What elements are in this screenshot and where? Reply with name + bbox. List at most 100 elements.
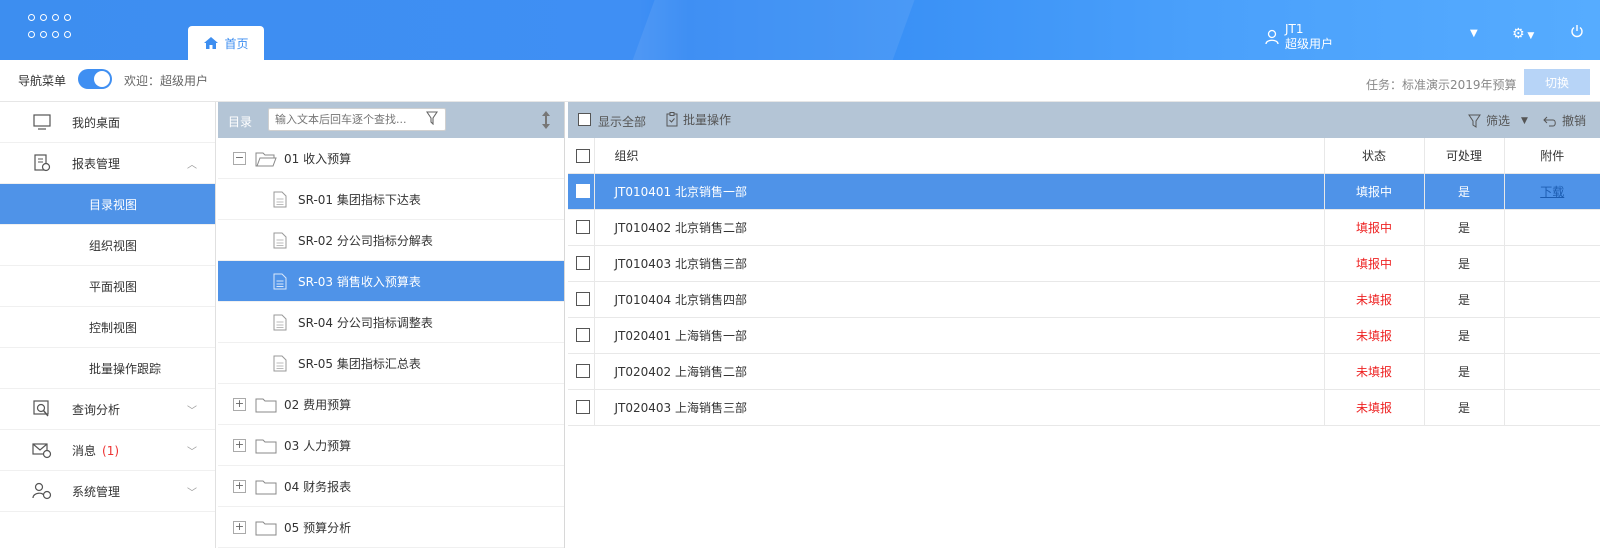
header-processable[interactable]: 可处理 [1424,138,1505,174]
select-all-checkbox[interactable] [576,148,590,163]
tree-node-label: 05 预算分析 [284,520,352,535]
table-row[interactable]: JT010404 北京销售四部 未填报 是 [568,281,1600,318]
sidebar-item-query-analysis[interactable]: 查询分析 ﹀ [0,389,215,430]
show-all-label[interactable]: 显示全部 [598,113,646,130]
sidebar-item-label: 消息 [72,443,97,458]
cell-processable: 是 [1424,317,1505,354]
table-toolbar: 显示全部 批量操作 筛选 ▼ 撤销 [568,102,1600,138]
row-checkbox[interactable] [576,364,590,379]
tree-doc-sr05[interactable]: SR-05 集团指标汇总表 [218,343,564,384]
user-role: 超级用户 [1285,37,1334,51]
table-row[interactable]: JT020403 上海销售三部 未填报 是 [568,389,1600,426]
tree-folder-expense[interactable]: + 02 费用预算 [218,384,564,425]
document-icon [273,232,287,249]
cell-org: JT020401 上海销售一部 [594,317,1325,354]
cell-status: 未填报 [1324,353,1425,390]
tree-folder-income[interactable]: − 01 收入预算 [218,138,564,179]
cell-attachment [1504,209,1600,246]
tab-home[interactable]: 首页 [188,26,264,60]
tree-node-label: SR-02 分公司指标分解表 [298,233,433,248]
sidebar-item-org-view[interactable]: 组织视图 [0,225,215,266]
chevron-up-icon: ︿ [187,159,197,171]
sidebar-item-flat-view[interactable]: 平面视图 [0,266,215,307]
message-count-badge: (1) [102,443,120,458]
table-row[interactable]: JT010403 北京销售三部 填报中 是 [568,245,1600,282]
table-row[interactable]: JT010401 北京销售一部 填报中 是 下载 [568,173,1600,210]
expand-icon[interactable]: + [233,520,246,534]
switch-button[interactable]: 切换 [1524,69,1590,95]
current-task: 任务：标准演示2019年预算 [1366,78,1517,92]
home-icon [204,37,219,49]
cell-status: 填报中 [1324,245,1425,282]
expand-icon[interactable]: + [233,479,246,493]
row-checkbox[interactable] [576,184,590,199]
sidebar-item-desktop[interactable]: 我的桌面 [0,102,215,143]
sidebar-item-label: 目录视图 [89,197,138,212]
header-attachment[interactable]: 附件 [1504,138,1600,174]
sidebar-item-report-management[interactable]: 报表管理 ︿ [0,143,215,184]
catalog-header: 目录 [218,102,564,138]
user-menu[interactable]: JT1 超级用户 [1265,22,1333,52]
tree-doc-sr01[interactable]: SR-01 集团指标下达表 [218,179,564,220]
tree-node-label: SR-04 分公司指标调整表 [298,315,433,330]
tree-folder-finance[interactable]: + 04 财务报表 [218,466,564,507]
sidebar-item-control-view[interactable]: 控制视图 [0,307,215,348]
sidebar-item-catalog-view[interactable]: 目录视图 [0,184,215,225]
table-row[interactable]: JT020401 上海销售一部 未填报 是 [568,317,1600,354]
show-all-checkbox[interactable] [578,113,591,126]
filter-button[interactable]: 筛选 ▼ [1468,112,1528,129]
expand-icon[interactable]: + [233,397,246,411]
cell-attachment [1504,389,1600,426]
tree-node-label: SR-01 集团指标下达表 [298,192,421,207]
nav-menu-toggle[interactable] [78,69,112,89]
cell-processable: 是 [1424,353,1505,390]
tree-folder-hr[interactable]: + 03 人力预算 [218,425,564,466]
nav-menu-label: 导航菜单 [18,74,67,88]
sidebar-item-batch-tracking[interactable]: 批量操作跟踪 [0,348,215,389]
sub-bar: 导航菜单 欢迎：超级用户 任务：标准演示2019年预算 切换 [0,60,1600,102]
table-row[interactable]: JT010402 北京销售二部 填报中 是 [568,209,1600,246]
catalog-search-input[interactable] [268,108,446,131]
document-icon [273,191,287,208]
undo-button[interactable]: 撤销 [1543,112,1586,129]
cell-processable: 是 [1424,173,1505,210]
gear-icon[interactable]: ⚙ ▼ [1512,26,1534,42]
row-checkbox[interactable] [576,292,590,307]
expand-icon[interactable]: + [233,438,246,452]
cell-org: JT020403 上海销售三部 [594,389,1325,426]
filter-icon[interactable] [426,111,438,125]
tree-doc-sr03[interactable]: SR-03 销售收入预算表 [218,261,564,302]
sidebar-item-messages[interactable]: 消息 (1) ﹀ [0,430,215,471]
row-checkbox[interactable] [576,328,590,343]
cell-attachment [1504,245,1600,282]
power-icon[interactable] [1570,24,1584,41]
table-row[interactable]: JT020402 上海销售二部 未填报 是 [568,353,1600,390]
row-checkbox[interactable] [576,256,590,271]
sidebar-item-label: 查询分析 [72,402,121,417]
header-org[interactable]: 组织 [594,138,1325,174]
chevron-down-icon: ﹀ [187,446,197,458]
tree-doc-sr02[interactable]: SR-02 分公司指标分解表 [218,220,564,261]
tree-doc-sr04[interactable]: SR-04 分公司指标调整表 [218,302,564,343]
header-status[interactable]: 状态 [1324,138,1425,174]
chevron-down-icon: ﹀ [187,487,197,499]
download-link[interactable]: 下载 [1540,185,1564,199]
org-table: 组织 状态 可处理 附件 JT010401 北京销售一部 填报中 是 下载 JT… [568,138,1600,426]
collapse-icon[interactable]: − [233,151,246,165]
cell-attachment [1504,353,1600,390]
tree-folder-analysis[interactable]: + 05 预算分析 [218,507,564,548]
tree-node-label: 04 财务报表 [284,479,352,494]
sidebar-item-system-management[interactable]: 系统管理 ﹀ [0,471,215,512]
search-analysis-icon [33,400,49,417]
cell-org: JT010402 北京销售二部 [594,209,1325,246]
folder-icon [255,480,277,495]
cell-status: 填报中 [1324,173,1425,210]
expand-collapse-icon[interactable] [540,110,552,130]
batch-operation-button[interactable]: 批量操作 [666,111,731,128]
row-checkbox[interactable] [576,400,590,415]
cell-attachment [1504,317,1600,354]
app-launcher-icon[interactable] [28,14,72,44]
user-dropdown-icon[interactable]: ▼ [1470,28,1478,39]
row-checkbox[interactable] [576,220,590,235]
tree-node-label: SR-03 销售收入预算表 [298,274,421,289]
